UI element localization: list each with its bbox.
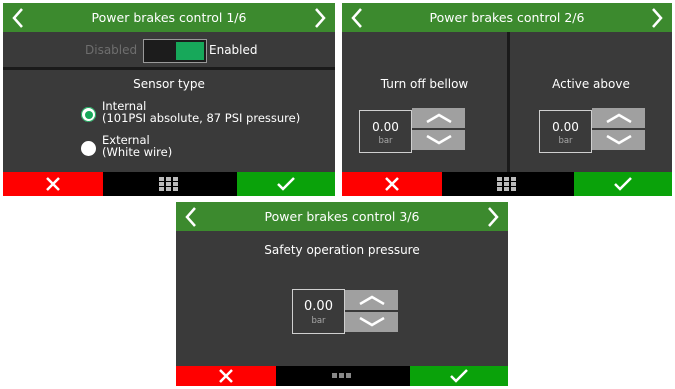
cancel-button[interactable]: [176, 366, 276, 386]
next-page-button[interactable]: [309, 3, 331, 32]
chevron-down-icon: [425, 135, 452, 145]
disabled-label: Disabled: [85, 43, 138, 57]
column-divider: [507, 32, 510, 172]
radio-external[interactable]: [81, 141, 96, 156]
chevron-up-icon: [358, 295, 385, 305]
footer-bar: [342, 172, 672, 196]
turn-off-below-value: 0.00: [372, 120, 399, 134]
menu-button[interactable]: [149, 172, 189, 196]
turn-off-below-unit: bar: [378, 136, 393, 146]
active-above-label: Active above: [552, 77, 630, 91]
prev-page-button[interactable]: [180, 202, 202, 231]
safety-pressure-value-box[interactable]: 0.00 bar: [292, 289, 345, 334]
page-title: Power brakes control 2/6: [429, 10, 585, 25]
enable-toggle-row: Disabled Enabled: [3, 39, 335, 63]
toggle-knob: [176, 42, 204, 60]
active-above-value-box[interactable]: 0.00 bar: [539, 110, 592, 153]
chevron-down-icon: [605, 135, 632, 145]
panel-header: Power brakes control 2/6: [342, 3, 672, 32]
option-external[interactable]: External (White wire): [102, 134, 172, 158]
chevron-right-icon: [315, 7, 326, 28]
footer-bar: [176, 366, 508, 386]
safety-pressure-unit: bar: [311, 316, 326, 326]
close-icon: [219, 369, 233, 383]
sensor-type-label: Sensor type: [133, 77, 205, 91]
option-internal-desc: (101PSI absolute, 87 PSI pressure): [102, 111, 301, 125]
confirm-button[interactable]: [574, 172, 672, 196]
cancel-button[interactable]: [342, 172, 442, 196]
decrease-button[interactable]: [345, 312, 398, 332]
footer-bar: [3, 172, 335, 196]
option-external-desc: (White wire): [102, 145, 173, 159]
decrease-button[interactable]: [412, 130, 465, 150]
dots-icon: [332, 373, 351, 378]
page-title: Power brakes control 1/6: [91, 10, 247, 25]
confirm-button[interactable]: [410, 366, 508, 386]
chevron-down-icon: [358, 317, 385, 327]
grid-icon: [497, 177, 516, 191]
prev-page-button[interactable]: [346, 3, 368, 32]
check-icon: [277, 177, 295, 191]
check-icon: [450, 369, 468, 383]
next-page-button[interactable]: [482, 202, 504, 231]
chevron-up-icon: [425, 113, 452, 123]
safety-pressure-value: 0.00: [304, 299, 333, 314]
panel-header: Power brakes control 3/6: [176, 202, 508, 231]
increase-button[interactable]: [412, 108, 465, 128]
turn-off-below-label: Turn off bellow: [380, 77, 469, 91]
chevron-right-icon: [488, 206, 499, 227]
active-above-unit: bar: [558, 136, 573, 146]
chevron-left-icon: [185, 206, 196, 227]
panel-header: Power brakes control 1/6: [3, 3, 335, 32]
option-internal[interactable]: Internal (101PSI absolute, 87 PSI pressu…: [102, 100, 300, 124]
chevron-up-icon: [605, 113, 632, 123]
menu-button[interactable]: [487, 172, 527, 196]
power-brakes-panel-2: Power brakes control 2/6 Turn off bellow…: [342, 3, 672, 196]
enable-toggle[interactable]: [143, 39, 207, 63]
grid-icon: [159, 177, 178, 191]
chevron-left-icon: [351, 7, 362, 28]
page-title: Power brakes control 3/6: [264, 209, 420, 224]
chevron-left-icon: [12, 7, 23, 28]
turn-off-below-value-box[interactable]: 0.00 bar: [359, 110, 412, 153]
enabled-label: Enabled: [209, 43, 258, 57]
safety-pressure-label: Safety operation pressure: [264, 243, 420, 257]
power-brakes-panel-3: Power brakes control 3/6 Safety operatio…: [176, 202, 508, 386]
confirm-button[interactable]: [237, 172, 335, 196]
power-brakes-panel-1: Power brakes control 1/6 Disabled Enable…: [3, 3, 335, 196]
prev-page-button[interactable]: [7, 3, 29, 32]
menu-button[interactable]: [322, 366, 362, 386]
radio-internal[interactable]: [81, 107, 96, 122]
divider: [3, 67, 335, 70]
active-above-value: 0.00: [552, 120, 579, 134]
increase-button[interactable]: [592, 108, 645, 128]
next-page-button[interactable]: [646, 3, 668, 32]
check-icon: [614, 177, 632, 191]
chevron-right-icon: [652, 7, 663, 28]
cancel-button[interactable]: [3, 172, 103, 196]
close-icon: [385, 177, 399, 191]
increase-button[interactable]: [345, 290, 398, 310]
decrease-button[interactable]: [592, 130, 645, 150]
close-icon: [46, 177, 60, 191]
